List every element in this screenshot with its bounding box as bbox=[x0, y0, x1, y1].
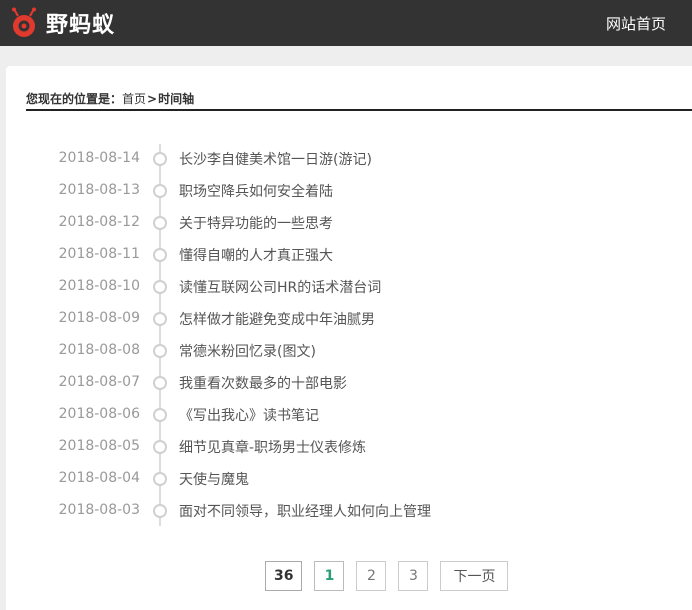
breadcrumb-home-link[interactable]: 首页 bbox=[122, 92, 146, 106]
timeline-dot bbox=[153, 280, 167, 294]
timeline-article-link[interactable]: 怎样做才能避免变成中年油腻男 bbox=[179, 309, 375, 329]
timeline-article-link[interactable]: 面对不同领导，职业经理人如何向上管理 bbox=[179, 501, 431, 521]
breadcrumb-divider bbox=[26, 109, 692, 111]
timeline-date: 2018-08-12 bbox=[58, 214, 140, 230]
timeline-article-link[interactable]: 细节见真章-职场男士仪表修炼 bbox=[179, 437, 366, 457]
timeline-article-link[interactable]: 我重看次数最多的十部电影 bbox=[179, 373, 347, 393]
nav-home-link[interactable]: 网站首页 bbox=[606, 13, 666, 34]
timeline-article-link[interactable]: 懂得自嘲的人才真正强大 bbox=[179, 245, 333, 265]
timeline-date: 2018-08-09 bbox=[58, 310, 140, 326]
timeline-dot bbox=[153, 376, 167, 390]
timeline-dot bbox=[153, 344, 167, 358]
timeline-article-link[interactable]: 读懂互联网公司HR的话术潜台词 bbox=[179, 277, 381, 297]
timeline-item: 2018-08-12 关于特异功能的一些思考 bbox=[6, 208, 692, 240]
breadcrumb: 您现在的位置是：首页>时间轴 bbox=[26, 90, 194, 107]
breadcrumb-current: 时间轴 bbox=[158, 92, 195, 106]
timeline-item: 2018-08-04 天使与魔鬼 bbox=[6, 464, 692, 496]
top-navbar: 野蚂蚁 网站首页 bbox=[0, 0, 692, 46]
timeline-article-link[interactable]: 职场空降兵如何安全着陆 bbox=[179, 181, 333, 201]
pagination-next-button[interactable]: 下一页 bbox=[440, 561, 509, 591]
timeline-dot bbox=[153, 152, 167, 166]
timeline-article-link[interactable]: 关于特异功能的一些思考 bbox=[179, 213, 333, 233]
timeline-dot bbox=[153, 408, 167, 422]
content-panel: 您现在的位置是：首页>时间轴 2018-08-14 长沙李自健美术馆一日游(游记… bbox=[6, 66, 692, 610]
pagination: 36 1 2 3 下一页 bbox=[265, 561, 509, 591]
timeline-item: 2018-08-14 长沙李自健美术馆一日游(游记) bbox=[6, 144, 692, 176]
timeline-item: 2018-08-03 面对不同领导，职业经理人如何向上管理 bbox=[6, 496, 692, 528]
timeline-dot bbox=[153, 216, 167, 230]
pagination-page-link[interactable]: 3 bbox=[398, 561, 429, 591]
logo-text: 野蚂蚁 bbox=[46, 13, 116, 38]
breadcrumb-prefix: 您现在的位置是： bbox=[26, 92, 123, 106]
ant-logo-icon bbox=[8, 7, 40, 39]
timeline-date: 2018-08-05 bbox=[58, 438, 140, 454]
timeline-dot bbox=[153, 472, 167, 486]
timeline-dot bbox=[153, 184, 167, 198]
timeline-date: 2018-08-04 bbox=[58, 470, 140, 486]
timeline-date: 2018-08-07 bbox=[58, 374, 140, 390]
timeline-article-link[interactable]: 天使与魔鬼 bbox=[179, 469, 249, 489]
timeline-article-link[interactable]: 《写出我心》读书笔记 bbox=[179, 405, 319, 425]
breadcrumb-separator: > bbox=[147, 92, 158, 106]
timeline-date: 2018-08-13 bbox=[58, 182, 140, 198]
timeline-item: 2018-08-11 懂得自嘲的人才真正强大 bbox=[6, 240, 692, 272]
timeline-date: 2018-08-10 bbox=[58, 278, 140, 294]
timeline-item: 2018-08-08 常德米粉回忆录(图文) bbox=[6, 336, 692, 368]
pagination-page-current[interactable]: 1 bbox=[314, 561, 345, 591]
site-logo[interactable]: 野蚂蚁 bbox=[8, 5, 115, 41]
timeline-dot bbox=[153, 504, 167, 518]
timeline-article-link[interactable]: 常德米粉回忆录(图文) bbox=[179, 341, 316, 361]
timeline-item: 2018-08-10 读懂互联网公司HR的话术潜台词 bbox=[6, 272, 692, 304]
timeline-item: 2018-08-09 怎样做才能避免变成中年油腻男 bbox=[6, 304, 692, 336]
pagination-page-link[interactable]: 2 bbox=[356, 561, 387, 591]
timeline-date: 2018-08-08 bbox=[58, 342, 140, 358]
timeline-article-link[interactable]: 长沙李自健美术馆一日游(游记) bbox=[179, 149, 372, 169]
timeline-dot bbox=[153, 440, 167, 454]
timeline-item: 2018-08-13 职场空降兵如何安全着陆 bbox=[6, 176, 692, 208]
timeline-dot bbox=[153, 312, 167, 326]
pagination-total-count: 36 bbox=[265, 561, 303, 591]
timeline-dot bbox=[153, 248, 167, 262]
timeline-date: 2018-08-11 bbox=[58, 246, 140, 262]
timeline-date: 2018-08-03 bbox=[58, 502, 140, 518]
timeline-item: 2018-08-05 细节见真章-职场男士仪表修炼 bbox=[6, 432, 692, 464]
timeline-date: 2018-08-06 bbox=[58, 406, 140, 422]
timeline-date: 2018-08-14 bbox=[58, 150, 140, 166]
timeline-item: 2018-08-07 我重看次数最多的十部电影 bbox=[6, 368, 692, 400]
timeline-item: 2018-08-06 《写出我心》读书笔记 bbox=[6, 400, 692, 432]
